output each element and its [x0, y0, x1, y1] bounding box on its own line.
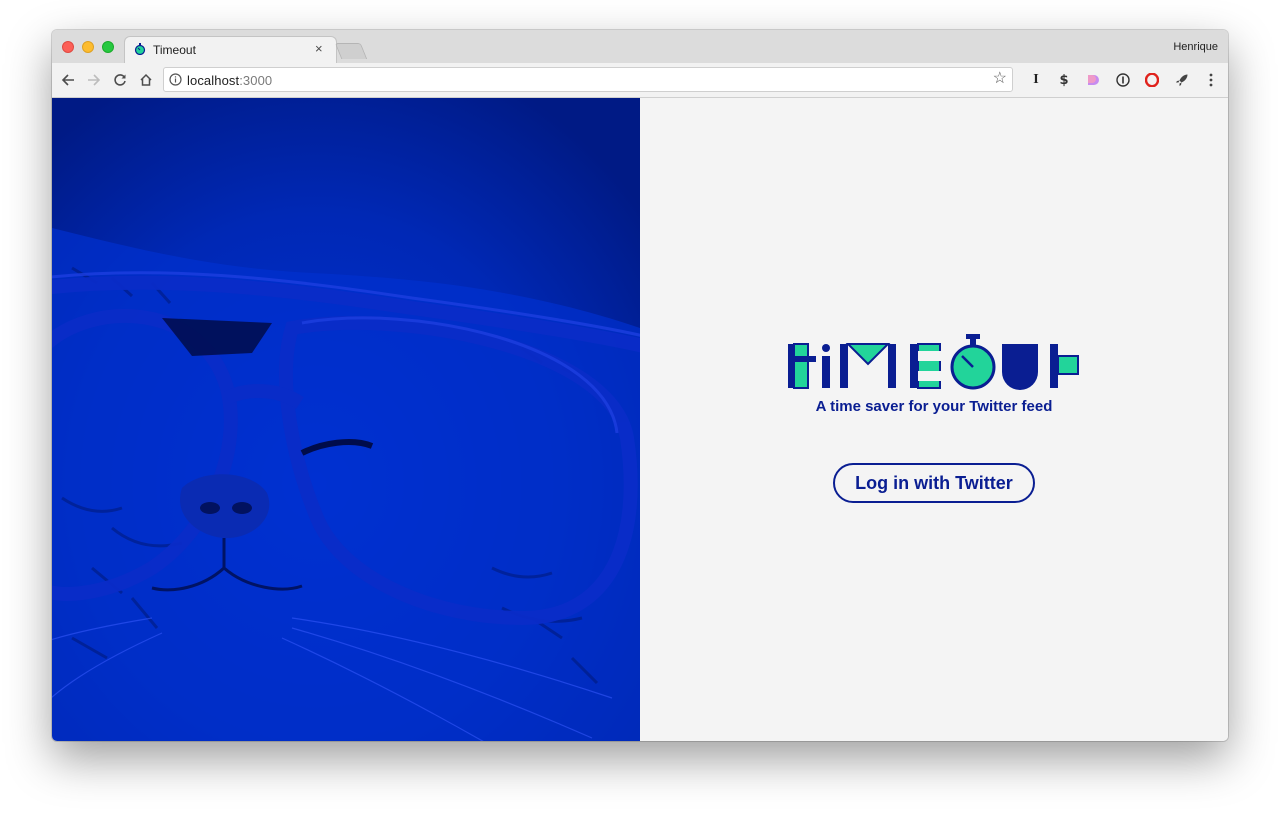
- hero-cat-image: [52, 98, 640, 741]
- new-tab-button[interactable]: [334, 43, 368, 59]
- browser-window: Timeout × Henrique localhost:3000 ☆ I $ …: [52, 30, 1228, 741]
- minimize-window-button[interactable]: [82, 41, 94, 53]
- tab-close-icon[interactable]: ×: [315, 42, 323, 55]
- stopwatch-favicon-icon: [134, 43, 146, 55]
- tab-title: Timeout: [153, 43, 196, 57]
- tab-strip: Timeout × Henrique: [52, 30, 1228, 64]
- rocket-icon[interactable]: [1174, 72, 1190, 88]
- close-window-button[interactable]: [62, 41, 74, 53]
- page-content: A time saver for your Twitter feed Log i…: [52, 98, 1228, 741]
- reload-icon[interactable]: [110, 70, 130, 90]
- forward-arrow-icon[interactable]: [84, 70, 104, 90]
- extension-s-icon[interactable]: $: [1056, 72, 1072, 88]
- instapaper-icon[interactable]: I: [1028, 72, 1044, 88]
- extension-pink-icon[interactable]: [1085, 72, 1101, 88]
- address-bar[interactable]: localhost:3000 ☆: [163, 67, 1013, 92]
- zoom-window-button[interactable]: [102, 41, 114, 53]
- info-icon[interactable]: [169, 73, 182, 86]
- url-text[interactable]: localhost:3000: [187, 73, 272, 88]
- bookmark-star-icon[interactable]: ☆: [993, 71, 1007, 87]
- timeout-logo: [788, 334, 1079, 390]
- extension-1password-icon[interactable]: [1115, 72, 1131, 88]
- opera-icon[interactable]: [1144, 72, 1160, 88]
- login-with-twitter-button[interactable]: Log in with Twitter: [833, 463, 1035, 503]
- back-arrow-icon[interactable]: [58, 70, 78, 90]
- profile-name[interactable]: Henrique: [1173, 41, 1218, 53]
- login-panel: A time saver for your Twitter feed Log i…: [640, 98, 1228, 741]
- cat-with-glasses-illustration: [52, 98, 640, 741]
- home-icon[interactable]: [136, 70, 156, 90]
- menu-kebab-icon[interactable]: [1203, 72, 1219, 88]
- browser-toolbar: localhost:3000 ☆ I $: [52, 63, 1228, 98]
- tagline: A time saver for your Twitter feed: [815, 398, 1053, 415]
